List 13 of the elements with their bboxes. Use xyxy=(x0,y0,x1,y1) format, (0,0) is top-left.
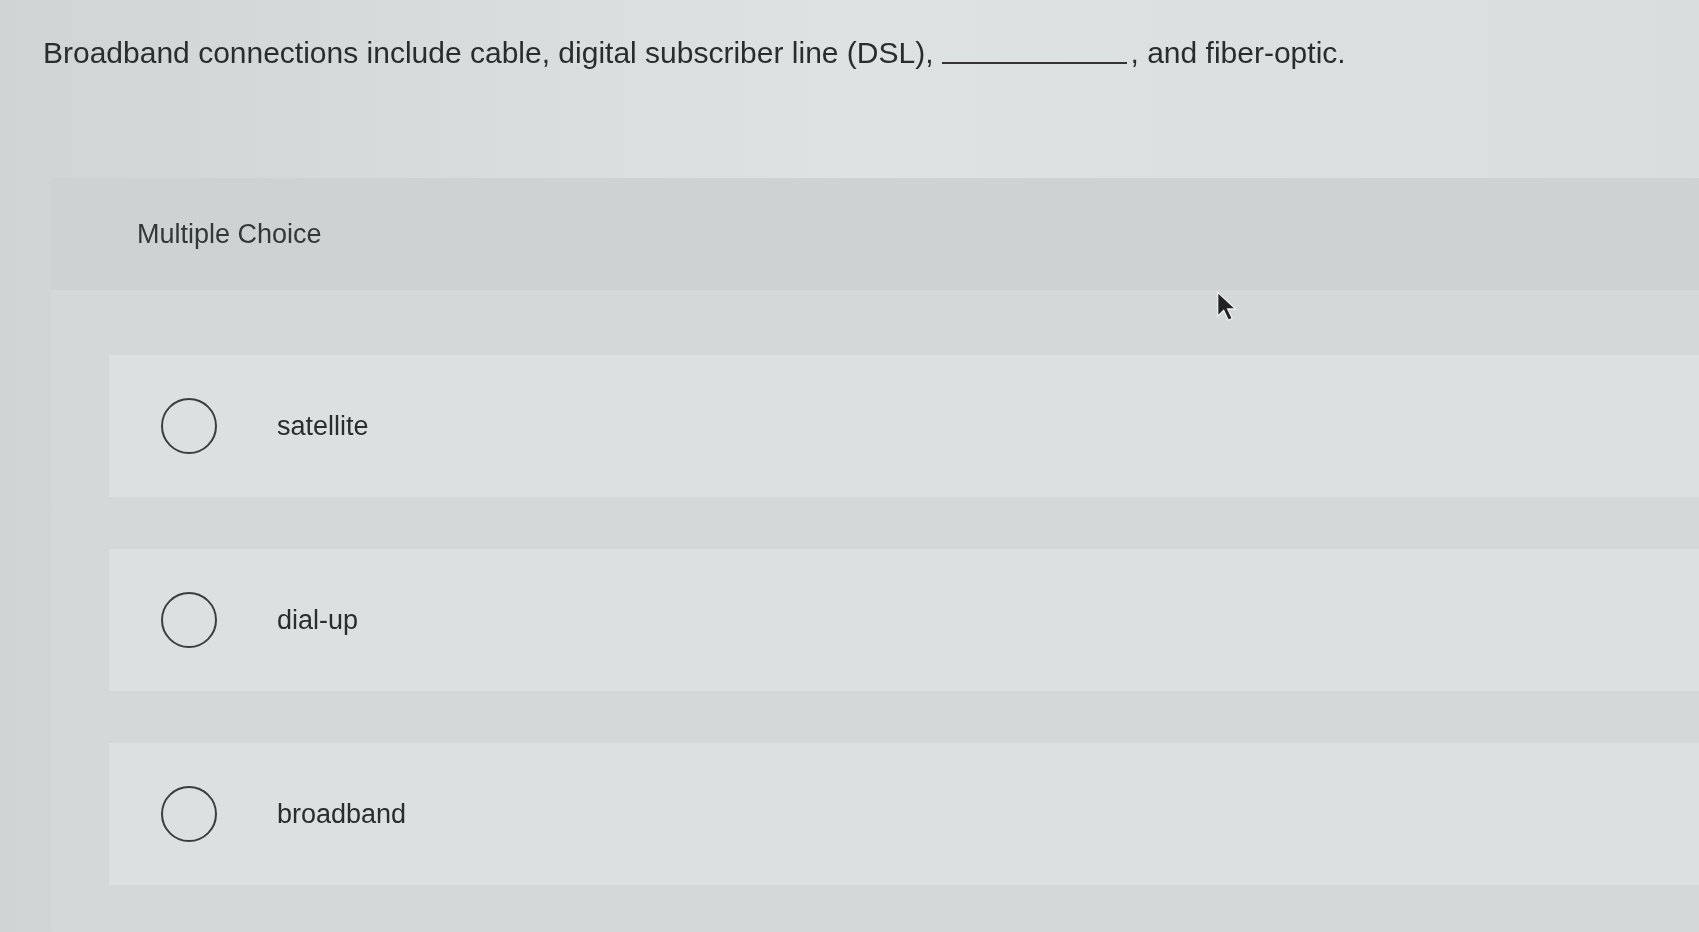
question-text: Broadband connections include cable, digital subscriber line (DSL), xyxy=(43,36,934,70)
answer-option[interactable]: broadband xyxy=(109,743,1699,885)
option-label: dial-up xyxy=(277,604,359,636)
answer-option[interactable]: dial-up xyxy=(109,549,1699,691)
question-text: , and fiber-optic. xyxy=(1130,36,1346,70)
option-label: broadband xyxy=(277,798,407,830)
answer-option[interactable]: satellite xyxy=(109,355,1699,497)
radio-button[interactable] xyxy=(161,786,217,842)
section-title: Multiple Choice xyxy=(137,218,322,250)
radio-button[interactable] xyxy=(161,398,217,454)
radio-button[interactable] xyxy=(161,592,217,648)
option-label: satellite xyxy=(277,410,369,442)
mouse-pointer-icon xyxy=(1216,291,1238,323)
